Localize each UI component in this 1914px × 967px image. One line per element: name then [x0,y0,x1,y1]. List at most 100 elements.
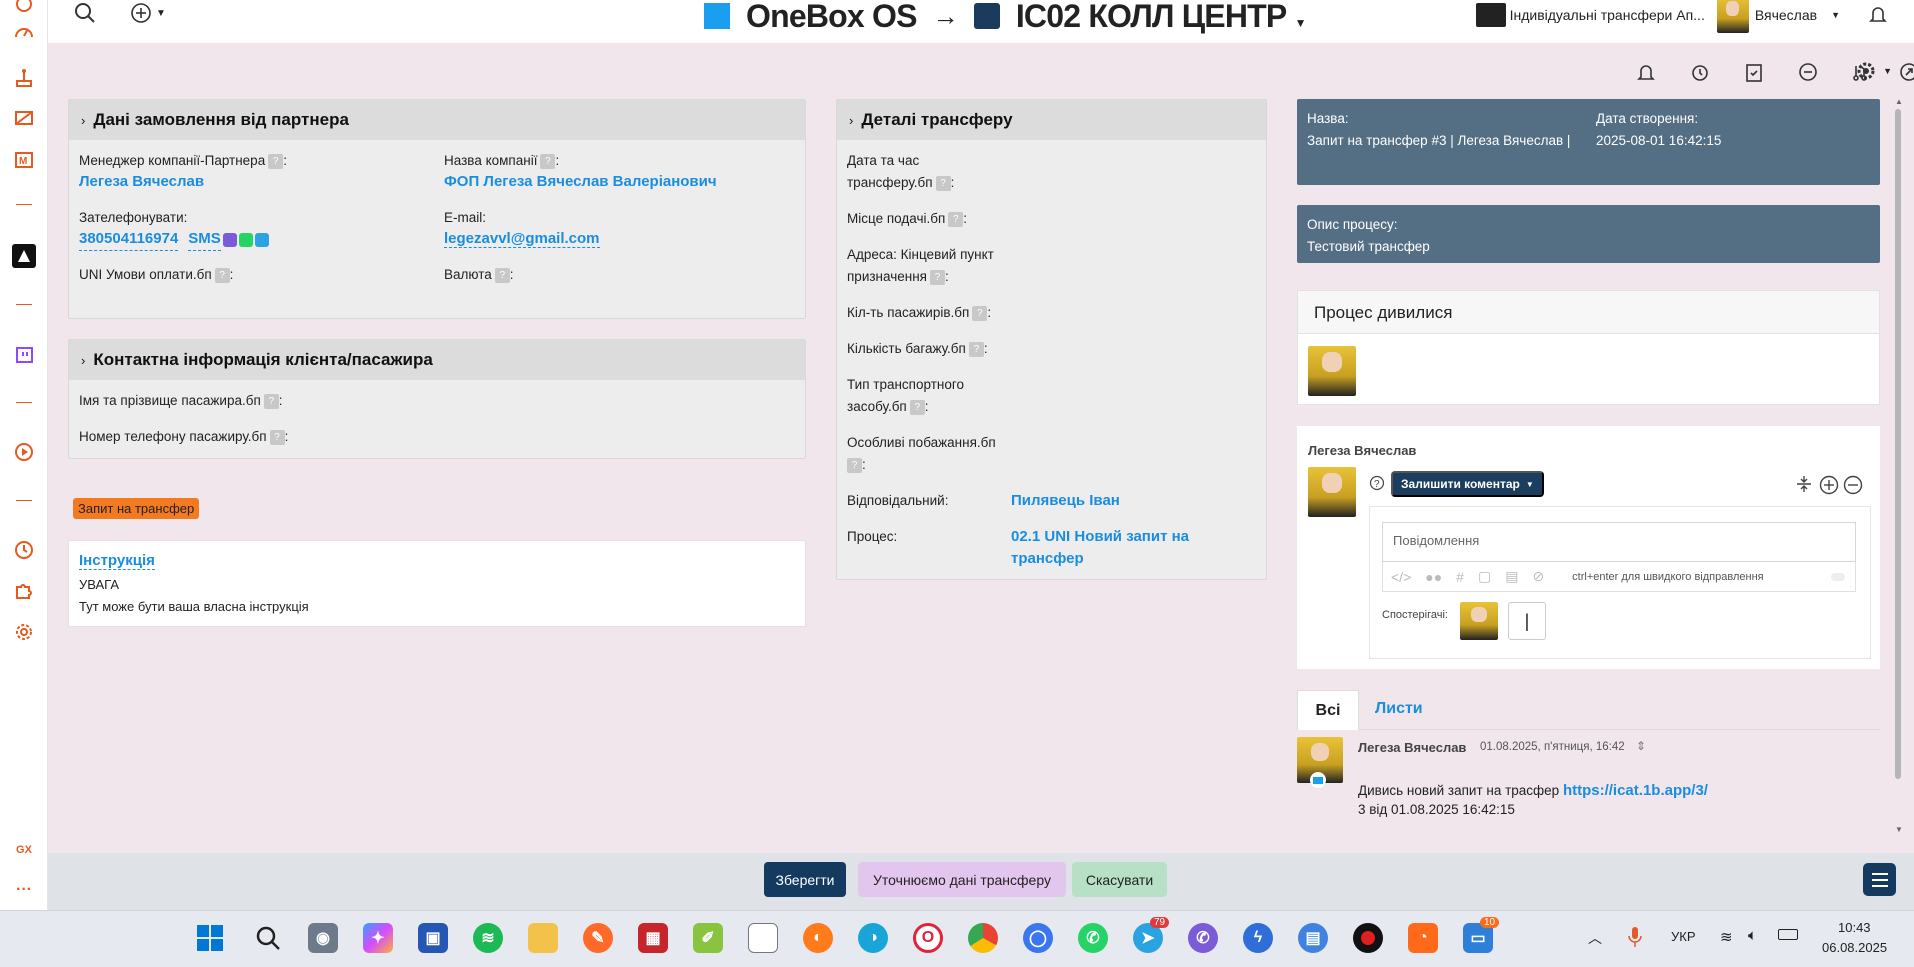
screen-tool-icon[interactable]: ▦ [638,923,668,953]
company-value[interactable]: ФОП Легеза Вячеслав Валеріанович [444,171,717,193]
attach-icon[interactable]: ⊘ [1532,568,1544,585]
process-value[interactable]: 02.1 UNI Новий запит на трансфер [1011,526,1189,570]
help-icon[interactable]: ? [494,267,510,283]
puzzle-icon[interactable] [12,578,36,602]
save-button[interactable]: Зберегти [764,862,846,897]
signal-icon[interactable]: ◯ [1023,923,1053,953]
add-button[interactable]: ▼ [130,2,166,24]
panel-header[interactable]: › Контактна інформація клієнта/пасажира [69,340,805,380]
email-link[interactable]: legezavvl@gmail.com [444,230,600,248]
search-icon[interactable] [253,923,283,953]
camera-icon[interactable]: ◉ [308,923,338,953]
help-icon[interactable]: ? [935,175,951,191]
hashtag-icon[interactable]: # [1456,569,1464,585]
microphone-icon[interactable] [1628,926,1642,951]
clock-icon[interactable] [12,538,36,562]
bolt-app-icon[interactable]: ϟ [1243,923,1273,953]
opera-icon[interactable]: O [913,923,943,953]
mention-users-icon[interactable]: ●● [1425,569,1442,585]
edge-icon[interactable]: ◑ [858,923,888,953]
viber-icon[interactable] [222,232,237,247]
help-icon[interactable]: ? [929,269,945,285]
workspace-switcher[interactable]: IC02 КОЛЛ ЦЕНТР ▼ [1016,0,1307,35]
help-icon[interactable]: ? [214,267,230,283]
play-icon[interactable] [12,440,36,464]
gx-icon[interactable]: GX [12,838,36,862]
toggle-switch[interactable] [1831,572,1845,581]
company-switcher[interactable]: Індивідуальні трансфери Ап... [1475,3,1705,27]
pen-icon[interactable]: ✎ [583,923,613,953]
collapse-icon[interactable] [1795,475,1813,496]
gmail-icon[interactable]: M [12,148,36,172]
spotify-icon[interactable]: ≋ [473,923,503,953]
telegram-icon[interactable] [254,232,269,247]
responsible-value[interactable]: Пилявець Іван [1011,490,1120,512]
app-logo-icon[interactable] [12,244,36,268]
scrollbar[interactable]: ▲ ▼ [1894,97,1903,837]
battery-icon[interactable] [1778,929,1798,940]
note-icon[interactable]: ▢ [1478,568,1491,585]
clock-time[interactable]: 10:43 [1838,920,1871,935]
menu-icon[interactable] [1863,863,1896,896]
help-icon[interactable]: ? [968,341,984,357]
paint-icon[interactable]: ✐ [693,923,723,953]
minus-circle-icon[interactable] [1843,475,1863,498]
user-menu[interactable]: Вячеслав ▼ [1716,0,1840,33]
speedtest-icon[interactable]: ◔ [1408,923,1438,953]
viewer-avatar[interactable] [1308,346,1356,396]
message-icon[interactable]: ▤ [1505,568,1518,585]
watcher-avatar[interactable] [1460,602,1498,640]
alarm-icon[interactable] [1688,60,1712,84]
wifi-icon[interactable]: ≋ [1720,928,1733,946]
viber-icon[interactable]: ✆ [1188,923,1218,953]
sidebar-link-icon[interactable] [12,0,36,16]
settings-icon[interactable] [12,620,36,644]
record-icon[interactable] [1353,923,1383,953]
help-icon[interactable]: ? [948,211,964,227]
settings-menu[interactable]: ▼ [1855,60,1892,82]
leave-comment-button[interactable]: Залишити коментар ▼ [1391,471,1544,497]
video-off-icon[interactable] [12,106,36,130]
store-icon[interactable]: ▣ [418,923,448,953]
cancel-button[interactable]: Скасувати [1072,862,1167,897]
feed-entry-link[interactable]: https://icat.1b.app/3/ [1563,782,1708,799]
open-external-icon[interactable] [1898,60,1914,84]
folder-icon[interactable] [528,923,558,953]
panel-header[interactable]: › Дані замовлення від партнера [69,100,805,140]
sms-link[interactable]: SMS [188,228,221,251]
code-icon[interactable]: </> [1391,569,1411,585]
file-icon[interactable] [748,923,778,953]
tab-letters[interactable]: Листи [1375,700,1423,718]
speed-icon[interactable] [12,20,36,44]
plus-circle-icon[interactable] [1819,475,1839,498]
add-watcher-input[interactable]: | [1508,602,1546,640]
whatsapp-icon[interactable] [238,232,253,247]
help-icon[interactable]: ? [268,153,284,169]
storage-app-icon[interactable]: ▤ [1298,923,1328,953]
help-circle-icon[interactable]: ? [1369,475,1385,494]
expand-icon[interactable]: ⇕ [1636,739,1646,753]
chrome-icon[interactable] [968,923,998,953]
help-icon[interactable]: ? [847,457,862,473]
network-icon[interactable] [12,66,36,90]
copilot-icon[interactable]: ✦ [363,923,393,953]
help-icon[interactable]: ? [263,393,279,409]
more-icon[interactable]: ··· [12,878,36,902]
windows-start-icon[interactable] [195,923,225,953]
manager-value[interactable]: Легеза Вячеслав [79,171,204,193]
message-input[interactable]: Повідомлення [1382,522,1856,562]
whatsapp-icon[interactable]: ✆ [1078,923,1108,953]
instruction-title[interactable]: Інструкція [79,552,155,570]
help-icon[interactable]: ? [972,305,988,321]
language-indicator[interactable]: УКР [1671,929,1696,944]
help-icon[interactable]: ? [540,153,556,169]
chevron-up-icon[interactable]: ︿ [1588,928,1602,948]
clipboard-icon[interactable] [1742,60,1766,84]
twitch-icon[interactable] [12,344,36,368]
bell-icon[interactable] [1634,60,1658,84]
phone-link[interactable]: 380504116974 [79,228,179,251]
search-icon[interactable] [74,2,96,27]
notifications-icon[interactable] [1868,4,1888,27]
clock-date[interactable]: 06.08.2025 [1822,940,1887,955]
firefox-icon[interactable]: ◐ [803,923,833,953]
